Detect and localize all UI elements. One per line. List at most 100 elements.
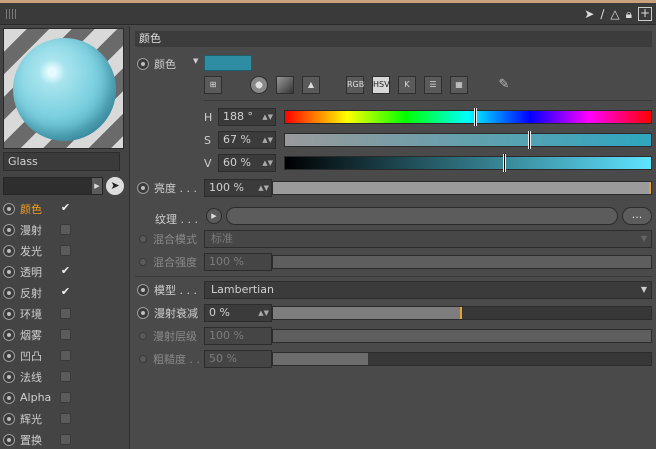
sliders-icon[interactable]: ☰	[424, 76, 442, 94]
channel-radio[interactable]	[3, 370, 15, 383]
swatches-icon[interactable]: ▦	[450, 76, 468, 94]
model-dropdown[interactable]: Lambertian ▼	[204, 281, 652, 299]
color-swatch[interactable]	[204, 55, 252, 71]
channel-item[interactable]: 置换	[3, 429, 127, 449]
value-marker[interactable]	[502, 154, 506, 172]
kelvin-mode-button[interactable]: K	[398, 76, 416, 94]
diffuse-level-slider[interactable]	[272, 329, 652, 343]
color-wheel-mode-icon[interactable]: ⊞	[204, 76, 222, 94]
brightness-slider[interactable]	[272, 181, 652, 195]
saturation-bar[interactable]	[284, 131, 652, 149]
diffuse-level-radio[interactable]	[139, 332, 147, 340]
material-preview[interactable]	[3, 28, 124, 149]
diffuse-falloff-slider[interactable]	[272, 306, 652, 320]
texture-more-button[interactable]: ...	[622, 207, 652, 225]
diffuse-level-label: 漫射层级	[153, 330, 197, 343]
hue-marker[interactable]	[474, 108, 478, 126]
s-field[interactable]: 67 % ▲▼	[218, 131, 276, 149]
v-field[interactable]: 60 % ▲▼	[218, 154, 276, 172]
channel-checkbox[interactable]	[60, 392, 71, 403]
channel-radio[interactable]	[3, 433, 15, 446]
lock-icon[interactable]: 🔒︎	[626, 6, 632, 22]
spinner-icon[interactable]: ▲▼	[262, 132, 273, 148]
brightness-field[interactable]: 100 % ▲▼	[204, 179, 272, 197]
channel-checkbox[interactable]	[60, 308, 71, 319]
checkmark-icon[interactable]: ✔	[60, 286, 71, 298]
spectrum-icon[interactable]	[250, 76, 268, 94]
channel-radio[interactable]	[3, 223, 15, 236]
spinner-icon[interactable]: ▲▼	[258, 180, 269, 196]
roughness-radio[interactable]	[139, 355, 147, 363]
texture-label: 纹理 . . .	[155, 213, 198, 226]
rgb-mode-button[interactable]: RGB	[346, 76, 364, 94]
path-icon[interactable]: ∕	[600, 6, 604, 22]
spinner-icon[interactable]: ▲▼	[262, 109, 273, 125]
add-icon[interactable]: +	[638, 7, 652, 21]
channel-radio[interactable]	[3, 202, 15, 215]
triangle-icon[interactable]: △	[610, 6, 619, 22]
channel-checkbox[interactable]	[60, 413, 71, 424]
diffuse-level-field[interactable]: 100 %	[204, 327, 272, 345]
image-icon[interactable]: ▲	[302, 76, 320, 94]
picker-cursor-icon[interactable]: ➤	[106, 177, 124, 195]
channel-item[interactable]: 环境	[3, 303, 127, 324]
channel-checkbox[interactable]	[60, 434, 71, 445]
texture-arrow-icon[interactable]: ▶	[206, 208, 222, 224]
channel-radio[interactable]	[3, 265, 15, 278]
channel-radio[interactable]	[3, 349, 15, 362]
spinner-icon[interactable]: ▲▼	[258, 305, 269, 321]
channel-radio[interactable]	[3, 286, 15, 299]
checkmark-icon[interactable]: ✔	[60, 265, 71, 277]
blend-strength-slider[interactable]	[272, 255, 652, 269]
channel-radio[interactable]	[3, 412, 15, 425]
channel-checkbox[interactable]	[60, 224, 71, 235]
checkmark-icon[interactable]: ✔	[60, 202, 71, 214]
divider	[204, 100, 652, 101]
channel-radio[interactable]	[3, 328, 15, 341]
chevron-right-icon[interactable]: ▶	[92, 178, 102, 194]
saturation-marker[interactable]	[528, 131, 532, 149]
hue-bar[interactable]	[284, 108, 652, 126]
channel-checkbox[interactable]	[60, 371, 71, 382]
texture-slot[interactable]	[226, 207, 618, 225]
roughness-slider[interactable]	[272, 352, 652, 366]
diffuse-falloff-radio[interactable]	[137, 307, 149, 319]
diffuse-falloff-field[interactable]: 0 % ▲▼	[204, 304, 272, 322]
channel-item[interactable]: 透明 ✔	[3, 261, 127, 282]
blend-mode-radio[interactable]	[139, 235, 147, 243]
channel-item[interactable]: 发光	[3, 240, 127, 261]
channel-item[interactable]: 烟雾	[3, 324, 127, 345]
channel-item[interactable]: 法线	[3, 366, 127, 387]
brightness-radio[interactable]	[137, 182, 149, 194]
gradient-icon[interactable]	[276, 76, 294, 94]
channel-item[interactable]: Alpha	[3, 387, 127, 408]
eyedropper-icon[interactable]: ✎	[495, 76, 513, 94]
blend-mode-row: 混合模式	[137, 230, 197, 248]
channel-item[interactable]: 反射 ✔	[3, 282, 127, 303]
model-radio[interactable]	[137, 284, 149, 296]
channel-item[interactable]: 凹凸	[3, 345, 127, 366]
blend-strength-field[interactable]: 100 %	[204, 253, 272, 271]
channel-item[interactable]: 颜色 ✔	[3, 198, 127, 219]
channel-item[interactable]: 漫射	[3, 219, 127, 240]
blend-strength-radio[interactable]	[139, 258, 147, 266]
h-field[interactable]: 188 ° ▲▼	[218, 108, 276, 126]
spinner-icon[interactable]: ▲▼	[262, 155, 273, 171]
color-radio[interactable]	[137, 58, 149, 70]
channel-checkbox[interactable]	[60, 329, 71, 340]
channel-radio[interactable]	[3, 391, 15, 404]
hsv-mode-button[interactable]: HSV	[372, 76, 390, 94]
channel-checkbox[interactable]	[60, 245, 71, 256]
channel-radio[interactable]	[3, 244, 15, 257]
channel-radio[interactable]	[3, 307, 15, 320]
grip-icon[interactable]	[6, 9, 18, 19]
channel-checkbox[interactable]	[60, 350, 71, 361]
roughness-field[interactable]: 50 %	[204, 350, 272, 368]
material-name-field[interactable]: Glass	[3, 152, 120, 171]
material-combo[interactable]: ▶	[3, 177, 103, 195]
channel-item[interactable]: 辉光	[3, 408, 127, 429]
blend-mode-dropdown[interactable]: 标准 ▼	[204, 230, 652, 248]
cursor-arrow-icon[interactable]: ➤	[584, 6, 594, 22]
value-bar[interactable]	[284, 154, 652, 172]
chevron-down-icon[interactable]: ▼	[193, 57, 198, 65]
